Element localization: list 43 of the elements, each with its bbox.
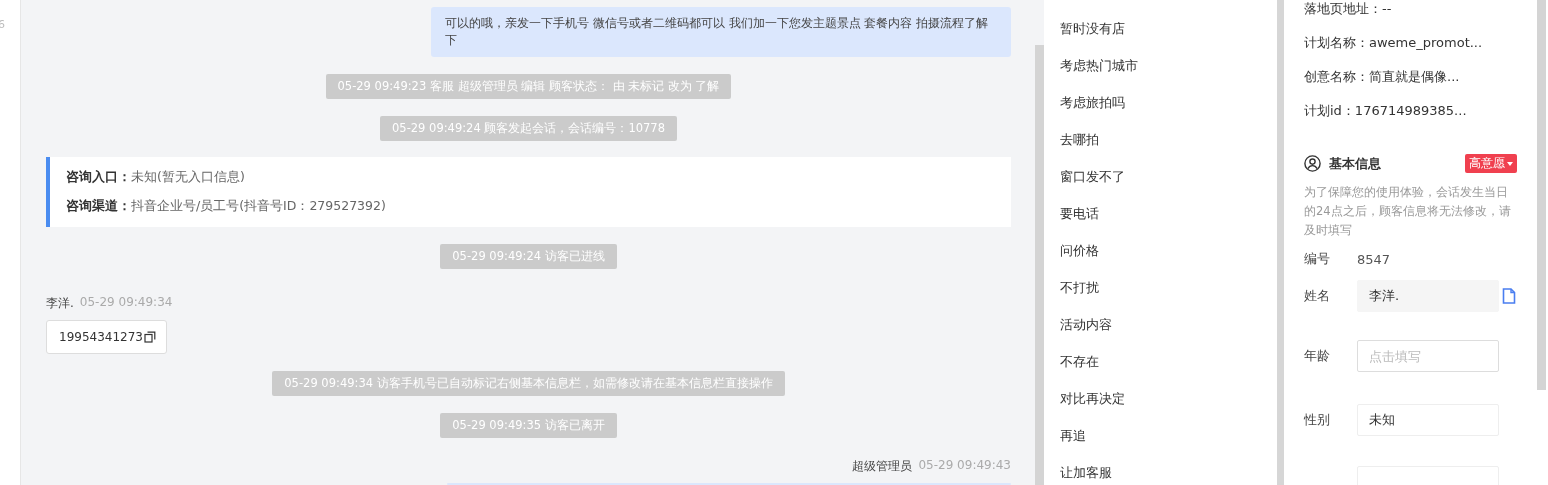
quick-reply-item[interactable]: 不打扰 bbox=[1060, 279, 1261, 297]
message-bubble: 可以的哦，亲发一下手机号 微信号或者二维码都可以 我们加一下您发主题景点 套餐内容 拍摄流程了解下 bbox=[431, 7, 1011, 57]
ad-info-text: 计划id：176714989385... bbox=[1304, 102, 1468, 120]
field-label: 编号 bbox=[1304, 250, 1331, 268]
quick-reply-item[interactable]: 问价格 bbox=[1060, 242, 1261, 260]
scrollbar[interactable] bbox=[1537, 0, 1546, 390]
caret-icon bbox=[1507, 161, 1513, 166]
info-label: 咨询入口： bbox=[66, 169, 131, 186]
quick-reply-item[interactable]: 窗口发不了 bbox=[1060, 168, 1261, 186]
quick-reply-item[interactable]: 要电话 bbox=[1060, 205, 1261, 223]
message-time: 05-29 09:49:34 bbox=[79, 295, 173, 311]
copy-icon[interactable] bbox=[144, 331, 156, 343]
section-title: 基本信息 bbox=[1329, 154, 1382, 173]
quick-reply-item[interactable]: 暂时没有店 bbox=[1060, 20, 1261, 38]
input-field[interactable]: 未知 bbox=[1357, 404, 1499, 436]
info-value: 抖音企业号/员工号(抖音号ID：279527392) bbox=[131, 198, 386, 215]
quick-reply-item[interactable]: 再追 bbox=[1060, 427, 1261, 445]
field-label: 年龄 bbox=[1304, 347, 1331, 365]
user-icon bbox=[1304, 155, 1321, 172]
intent-dropdown[interactable]: 高意愿 bbox=[1465, 154, 1517, 173]
quick-reply-item[interactable]: 去哪拍 bbox=[1060, 131, 1261, 149]
quick-reply-item[interactable]: 考虑热门城市 bbox=[1060, 57, 1261, 75]
quick-reply-item[interactable]: 活动内容 bbox=[1060, 316, 1261, 334]
field-value: 8547 bbox=[1357, 251, 1391, 267]
input-field[interactable]: 点击填写 bbox=[1357, 340, 1499, 372]
scrollbar[interactable] bbox=[1035, 45, 1044, 485]
info-label: 咨询渠道： bbox=[66, 198, 131, 215]
phone-number: 19954341273 bbox=[59, 330, 143, 344]
message-time: 05-29 09:49:43 bbox=[918, 458, 1011, 474]
ad-info-text: 创意名称：简直就是偶像... bbox=[1304, 68, 1461, 86]
sender-name: 超级管理员 bbox=[852, 458, 913, 475]
input-field[interactable]: 李洋. bbox=[1357, 280, 1499, 312]
ad-info-text: 落地页地址：-- bbox=[1304, 0, 1393, 18]
field-label: 姓名 bbox=[1304, 287, 1331, 305]
sender-name: 李洋. bbox=[46, 295, 74, 312]
info-value: 未知(暂无入口信息) bbox=[131, 169, 245, 186]
quick-reply-item[interactable]: 对比再决定 bbox=[1060, 390, 1261, 408]
quick-reply-item[interactable]: 考虑旅拍吗 bbox=[1060, 94, 1261, 112]
quick-reply-item[interactable]: 不存在 bbox=[1060, 353, 1261, 371]
notice-text: 为了保障您的使用体验，会话发生当日的24点之后，顾客信息将无法修改，请及时填写 bbox=[1304, 184, 1512, 239]
quick-reply-item[interactable]: 让加客服 bbox=[1060, 464, 1261, 482]
field-label: 性别 bbox=[1304, 411, 1331, 429]
ad-info-text: 计划名称：aweme_promot... bbox=[1304, 34, 1484, 52]
